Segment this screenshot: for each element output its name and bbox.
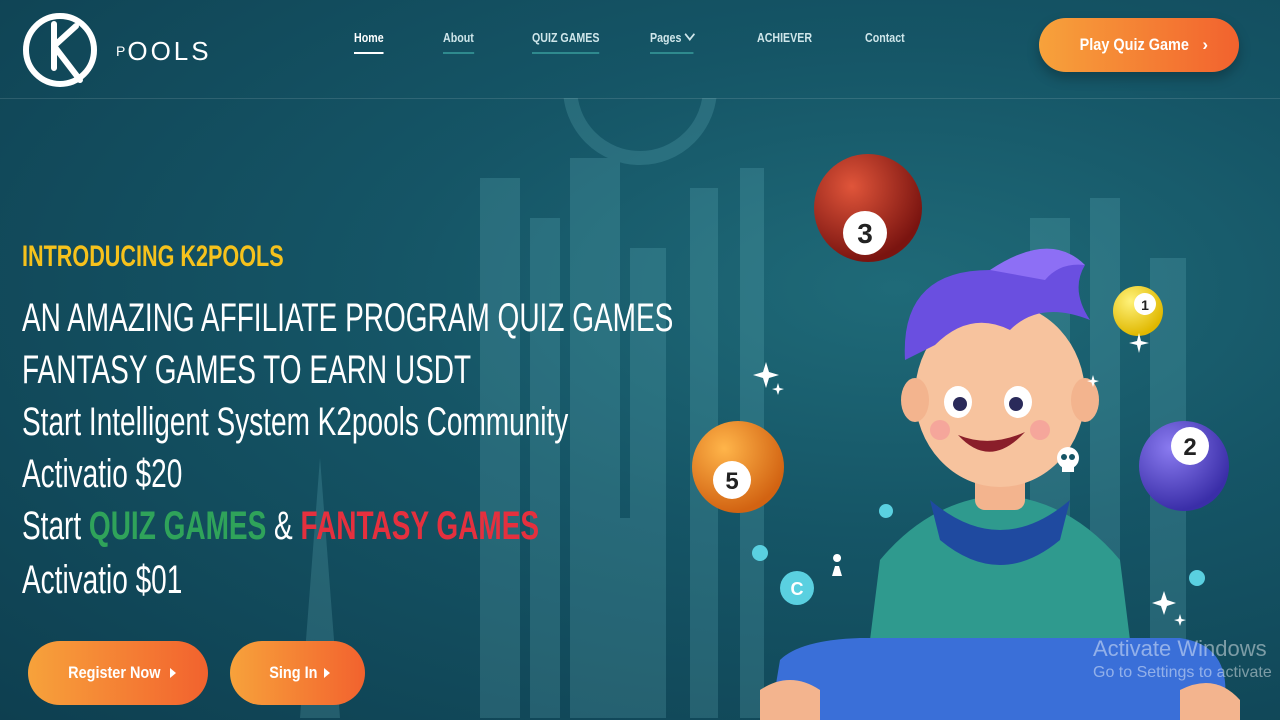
- chevron-down-icon: [684, 28, 696, 41]
- site-header: POOLS Home About QUIZ GAMES Pages ACHIEV…: [0, 0, 1280, 99]
- nav-achiever-label: ACHIEVER: [757, 30, 813, 45]
- character-hand-left: [760, 680, 820, 720]
- decor-dot: [879, 504, 893, 518]
- ball-3-number: 3: [857, 218, 873, 249]
- character-hand-right: [1180, 682, 1240, 720]
- nav-pages-underline: [650, 52, 694, 54]
- nav-about[interactable]: About: [443, 30, 474, 54]
- nav-about-label: About: [443, 30, 474, 45]
- nav-quiz-games-label: QUIZ GAMES: [532, 30, 600, 45]
- skull-icon: [1057, 447, 1079, 472]
- coin-icon: C: [780, 571, 814, 605]
- play-triangle-icon: [323, 668, 330, 678]
- nav-quiz-games-underline: [532, 52, 600, 54]
- hero-quiz-games-highlight: QUIZ GAMES: [88, 504, 267, 548]
- sign-in-button[interactable]: Sing In: [230, 641, 365, 705]
- chess-pawn-icon: [832, 554, 842, 576]
- character-pupil-right: [1009, 397, 1023, 411]
- hero-line-1: AN AMAZING AFFILIATE PROGRAM QUIZ GAMES: [22, 296, 674, 340]
- watermark-title: Activate Windows: [1093, 636, 1267, 661]
- sparkle-icon: [1174, 614, 1186, 626]
- billiard-ball-3-icon: 3: [814, 154, 922, 262]
- sparkle-icon: [772, 383, 784, 395]
- decor-dot: [752, 545, 768, 561]
- character-pupil-left: [953, 397, 967, 411]
- play-quiz-game-label: Play Quiz Game: [1079, 35, 1189, 54]
- play-quiz-game-button[interactable]: Play Quiz Game ›: [1039, 18, 1239, 72]
- nav-home[interactable]: Home: [354, 30, 384, 54]
- sparkle-icon: [753, 362, 779, 388]
- nav-quiz-games[interactable]: QUIZ GAMES: [532, 30, 600, 54]
- nav-pages[interactable]: Pages: [650, 28, 696, 54]
- hero-line-6: Activatio $01: [22, 558, 183, 602]
- nav-about-underline: [443, 52, 474, 54]
- decor-dot: [1189, 570, 1205, 586]
- ball-1-number: 1: [1141, 297, 1149, 313]
- hero-line-2: FANTASY GAMES TO EARN USDT: [22, 348, 472, 392]
- hero-line-5: Start QUIZ GAMES & FANTASY GAMES: [22, 504, 539, 549]
- hero-line-4: Activatio $20: [22, 452, 183, 496]
- sign-in-label: Sing In: [269, 663, 318, 682]
- chevron-right-icon: ›: [1202, 35, 1209, 54]
- nav-achiever[interactable]: ACHIEVER: [757, 30, 812, 45]
- hero-ampersand: &: [274, 504, 293, 548]
- windows-activation-watermark: Activate Windows Go to Settings to activ…: [1093, 636, 1272, 682]
- billiard-ball-5-icon: 5: [692, 421, 784, 513]
- hero-illustration: 3 1 5 2 C: [692, 154, 1240, 720]
- character-ear-right: [1071, 378, 1099, 422]
- nav-home-label: Home: [354, 30, 384, 45]
- hero-eyebrow: INTRODUCING K2POOLS: [22, 240, 284, 273]
- billiard-ball-1-icon: 1: [1113, 286, 1163, 336]
- register-now-label: Register Now: [67, 663, 161, 682]
- play-triangle-icon: [170, 668, 177, 678]
- nav-home-underline: [354, 52, 384, 54]
- character-cheek-left: [930, 420, 950, 440]
- sparkle-icon: [1129, 333, 1149, 353]
- hero-line-5-start: Start: [22, 504, 82, 548]
- nav-contact[interactable]: Contact: [865, 30, 905, 45]
- watermark-subtitle: Go to Settings to activate: [1093, 664, 1272, 681]
- character-ear-left: [901, 378, 929, 422]
- nav-contact-label: Contact: [865, 30, 905, 45]
- character-cheek-right: [1030, 420, 1050, 440]
- hero-fantasy-games-highlight: FANTASY GAMES: [300, 504, 540, 548]
- nav-pages-label: Pages: [650, 30, 682, 45]
- sparkle-icon: [1152, 591, 1176, 615]
- hero-line-3: Start Intelligent System K2pools Communi…: [22, 400, 569, 444]
- billiard-ball-2-icon: 2: [1139, 421, 1229, 511]
- ball-2-number: 2: [1183, 434, 1196, 461]
- coin-letter: C: [791, 579, 804, 599]
- ball-5-number: 5: [725, 468, 738, 495]
- register-now-button[interactable]: Register Now: [28, 641, 208, 705]
